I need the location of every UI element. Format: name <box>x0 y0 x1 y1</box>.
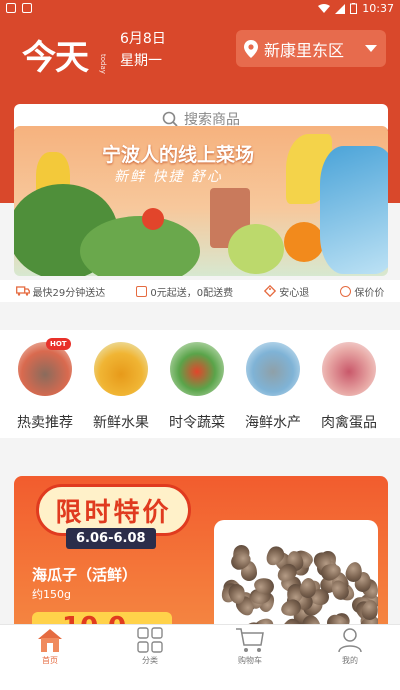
notification-icon <box>22 3 32 13</box>
benefits-bar: 最快29分钟送达 0元起送，0配送费 安心退 保价价 <box>0 280 400 302</box>
category-item-seafood[interactable]: 海鲜水产 <box>240 342 306 438</box>
home-icon <box>38 629 62 652</box>
bottom-tab-bar: 首页 分类 购物车 我的 <box>0 624 400 690</box>
category-image: HOT <box>18 338 72 396</box>
flash-sale-dates: 6.06-6.08 <box>66 528 156 549</box>
location-pin-icon <box>244 39 258 58</box>
tab-label: 购物车 <box>238 656 262 665</box>
flash-sale-title: 限时特价 <box>55 497 172 528</box>
fish-image <box>320 146 388 274</box>
signal-icon <box>335 3 346 14</box>
category-item-hot[interactable]: HOT 热卖推荐 <box>12 338 78 438</box>
battery-icon <box>350 3 358 14</box>
location-selector[interactable]: 新康里东区 <box>236 30 386 67</box>
benefit-label: 0元起送，0配送费 <box>150 287 234 299</box>
benefit-label: 最快29分钟送达 <box>32 287 106 299</box>
weekday-text: 星期一 <box>120 53 162 69</box>
notification-icons <box>6 3 32 13</box>
banner-tagline: 新鲜 快捷 舒心 <box>114 169 223 185</box>
bag-icon <box>136 285 148 297</box>
category-item-fruit[interactable]: 新鲜水果 <box>88 342 154 438</box>
date-block: 6月8日 星期一 <box>120 28 166 72</box>
category-image <box>322 342 376 396</box>
banner-headline: 宁波人的线上菜场 <box>102 144 255 166</box>
category-label: 热卖推荐 <box>17 415 73 431</box>
benefit-item: 最快29分钟送达 <box>15 284 106 299</box>
benefit-label: 安心退 <box>279 287 310 299</box>
benefit-item: 0元起送，0配送费 <box>136 284 233 299</box>
category-image <box>170 342 224 396</box>
grid-icon <box>137 627 163 653</box>
user-icon <box>338 628 362 653</box>
yen-icon <box>340 285 352 297</box>
page-subtitle: today <box>99 54 107 74</box>
tab-label: 我的 <box>342 656 358 665</box>
orange-image <box>284 222 324 262</box>
clock: 10:37 <box>362 2 394 15</box>
category-image <box>246 342 300 396</box>
tab-home[interactable]: 首页 <box>0 625 100 690</box>
category-label: 海鲜水产 <box>245 415 301 431</box>
product-weight: 约150g <box>32 588 71 601</box>
tab-label: 分类 <box>142 656 158 665</box>
benefit-item: 保价价 <box>340 284 384 299</box>
category-label: 时令蔬菜 <box>169 415 225 431</box>
category-item-meat[interactable]: 肉禽蛋品 <box>316 342 382 438</box>
greens-image <box>80 216 200 276</box>
page-title: 今天 <box>22 38 89 78</box>
tomato-image <box>142 208 164 230</box>
category-image <box>94 342 148 396</box>
cart-icon <box>236 628 264 652</box>
category-label: 肉禽蛋品 <box>321 415 377 431</box>
date-text: 6月8日 <box>120 31 166 47</box>
truck-icon <box>15 286 30 296</box>
chevron-down-icon <box>365 45 377 52</box>
hot-badge: HOT <box>46 338 71 350</box>
category-label: 新鲜水果 <box>93 415 149 431</box>
product-name: 海瓜子（活鲜） <box>32 566 138 584</box>
benefit-label: 保价价 <box>354 287 385 299</box>
notification-icon <box>6 3 16 13</box>
status-bar: 10:37 <box>0 0 400 18</box>
benefit-item: 安心退 <box>264 284 309 299</box>
promo-banner[interactable]: 宁波人的线上菜场 新鲜 快捷 舒心 <box>14 126 388 276</box>
tag-icon <box>264 285 277 297</box>
search-icon <box>162 111 178 127</box>
wifi-icon <box>318 3 331 13</box>
tab-profile[interactable]: 我的 <box>300 625 400 690</box>
apple-image <box>228 224 284 274</box>
tab-cart[interactable]: 购物车 <box>200 625 300 690</box>
tab-label: 首页 <box>42 656 58 665</box>
category-item-vegetable[interactable]: 时令蔬菜 <box>164 342 230 438</box>
location-label: 新康里东区 <box>264 40 345 60</box>
tab-category[interactable]: 分类 <box>100 625 200 690</box>
category-list: HOT 热卖推荐 新鲜水果 时令蔬菜 海鲜水产 肉禽蛋品 <box>0 330 400 438</box>
